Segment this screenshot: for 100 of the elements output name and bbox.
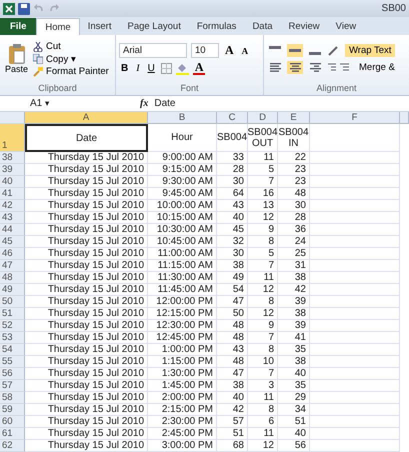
ribbon-tab[interactable]: Formulas — [188, 18, 244, 35]
scissors-icon — [33, 42, 44, 52]
row-number[interactable]: 46 — [0, 248, 25, 260]
row-number[interactable]: 55 — [0, 356, 25, 368]
align-right-icon[interactable] — [307, 61, 323, 74]
column-header[interactable]: E — [278, 112, 310, 124]
italic-button[interactable]: I — [134, 63, 142, 74]
table-cell: 3 — [248, 380, 278, 392]
row-number[interactable]: 47 — [0, 260, 25, 272]
row-number[interactable]: 57 — [0, 380, 25, 392]
table-cell: 1:45:00 PM — [148, 380, 217, 392]
table-cell: 10:00:00 AM — [148, 200, 217, 212]
shrink-font-button[interactable]: A — [240, 46, 250, 56]
table-cell: 11 — [248, 428, 278, 440]
table-cell: 36 — [278, 224, 310, 236]
table-cell: 30 — [217, 176, 248, 188]
table-cell: 23 — [278, 176, 310, 188]
row-number[interactable]: 52 — [0, 320, 25, 332]
row-number[interactable]: 42 — [0, 200, 25, 212]
row-number[interactable]: 38 — [0, 152, 25, 164]
align-middle-icon[interactable] — [287, 44, 303, 57]
table-cell: 31 — [278, 260, 310, 272]
table-cell: 2:00:00 PM — [148, 392, 217, 404]
cut-button[interactable]: Cut — [33, 41, 109, 52]
row-number[interactable]: 54 — [0, 344, 25, 356]
ribbon-tab[interactable]: Data — [244, 18, 281, 35]
table-cell: Thursday 15 Jul 2010 — [25, 236, 148, 248]
align-left-icon[interactable] — [267, 61, 283, 74]
merge-button[interactable]: Merge & — [355, 61, 399, 74]
row-number[interactable]: 41 — [0, 188, 25, 200]
ribbon-tab[interactable]: Review — [280, 18, 328, 35]
row-number[interactable]: 62 — [0, 440, 25, 452]
row-number[interactable]: 49 — [0, 284, 25, 296]
row-number[interactable]: 50 — [0, 296, 25, 308]
table-cell: 12:45:00 PM — [148, 332, 217, 344]
table-cell: 11:15:00 AM — [148, 260, 217, 272]
paste-button[interactable]: Paste — [3, 44, 30, 74]
table-cell: Thursday 15 Jul 2010 — [25, 332, 148, 344]
table-cell: 68 — [217, 440, 248, 452]
header-cell: Hour — [148, 124, 217, 152]
formula-field[interactable]: Date — [154, 98, 409, 109]
file-tab[interactable]: File — [0, 18, 36, 35]
borders-icon[interactable] — [160, 63, 172, 74]
column-header[interactable]: C — [217, 112, 248, 124]
fill-color-icon[interactable] — [176, 62, 189, 74]
table-cell: 41 — [278, 332, 310, 344]
column-header[interactable]: F — [310, 112, 400, 124]
table-cell: Thursday 15 Jul 2010 — [25, 248, 148, 260]
table-cell: 39 — [278, 296, 310, 308]
table-cell: Thursday 15 Jul 2010 — [25, 284, 148, 296]
column-header[interactable]: A — [25, 112, 148, 124]
table-cell: 40 — [217, 212, 248, 224]
underline-button[interactable]: U — [146, 63, 157, 74]
save-icon[interactable] — [18, 2, 30, 14]
align-center-icon[interactable] — [287, 61, 303, 74]
column-header[interactable]: D — [248, 112, 278, 124]
row-number[interactable]: 58 — [0, 392, 25, 404]
table-cell: 54 — [217, 284, 248, 296]
font-size-field[interactable]: 10 — [191, 43, 219, 58]
table-cell: 28 — [217, 164, 248, 176]
row-number[interactable]: 1 — [0, 124, 25, 152]
indent-icon[interactable] — [327, 62, 351, 74]
row-number[interactable]: 60 — [0, 416, 25, 428]
ribbon-tab[interactable]: Page Layout — [119, 18, 189, 35]
group-label: Alignment — [315, 83, 358, 95]
grow-font-button[interactable]: A — [223, 43, 236, 58]
ribbon-tab[interactable]: Home — [36, 18, 80, 35]
table-cell: 2:45:00 PM — [148, 428, 217, 440]
row-number[interactable]: 43 — [0, 212, 25, 224]
row-number[interactable]: 59 — [0, 404, 25, 416]
bold-button[interactable]: B — [119, 63, 130, 74]
table-cell: Thursday 15 Jul 2010 — [25, 272, 148, 284]
row-number[interactable]: 44 — [0, 224, 25, 236]
copy-button[interactable]: Copy ▾ — [33, 53, 109, 65]
ribbon-tab[interactable]: Insert — [80, 18, 120, 35]
row-number[interactable]: 56 — [0, 368, 25, 380]
table-cell: 9:00:00 AM — [148, 152, 217, 164]
font-name-field[interactable]: Arial — [119, 43, 187, 58]
row-number[interactable]: 51 — [0, 308, 25, 320]
table-cell: Thursday 15 Jul 2010 — [25, 176, 148, 188]
row-number[interactable]: 53 — [0, 332, 25, 344]
wrap-text-button[interactable]: Wrap Text — [345, 44, 396, 57]
table-cell: 11 — [248, 272, 278, 284]
header-cell: Date — [25, 124, 148, 152]
format-painter-button[interactable]: Format Painter — [33, 66, 109, 77]
row-number[interactable]: 40 — [0, 176, 25, 188]
table-cell: 39 — [278, 320, 310, 332]
row-number[interactable]: 39 — [0, 164, 25, 176]
row-number[interactable]: 45 — [0, 236, 25, 248]
ribbon-tab[interactable]: View — [328, 18, 364, 35]
table-cell: 22 — [278, 152, 310, 164]
column-header[interactable]: B — [148, 112, 217, 124]
row-number[interactable]: 48 — [0, 272, 25, 284]
table-cell: 50 — [217, 308, 248, 320]
row-number[interactable]: 61 — [0, 428, 25, 440]
font-color-button[interactable]: A — [192, 62, 206, 75]
table-cell: Thursday 15 Jul 2010 — [25, 356, 148, 368]
table-cell: 57 — [217, 416, 248, 428]
table-cell: 51 — [217, 428, 248, 440]
name-box[interactable]: A1 ▾ — [0, 98, 90, 109]
